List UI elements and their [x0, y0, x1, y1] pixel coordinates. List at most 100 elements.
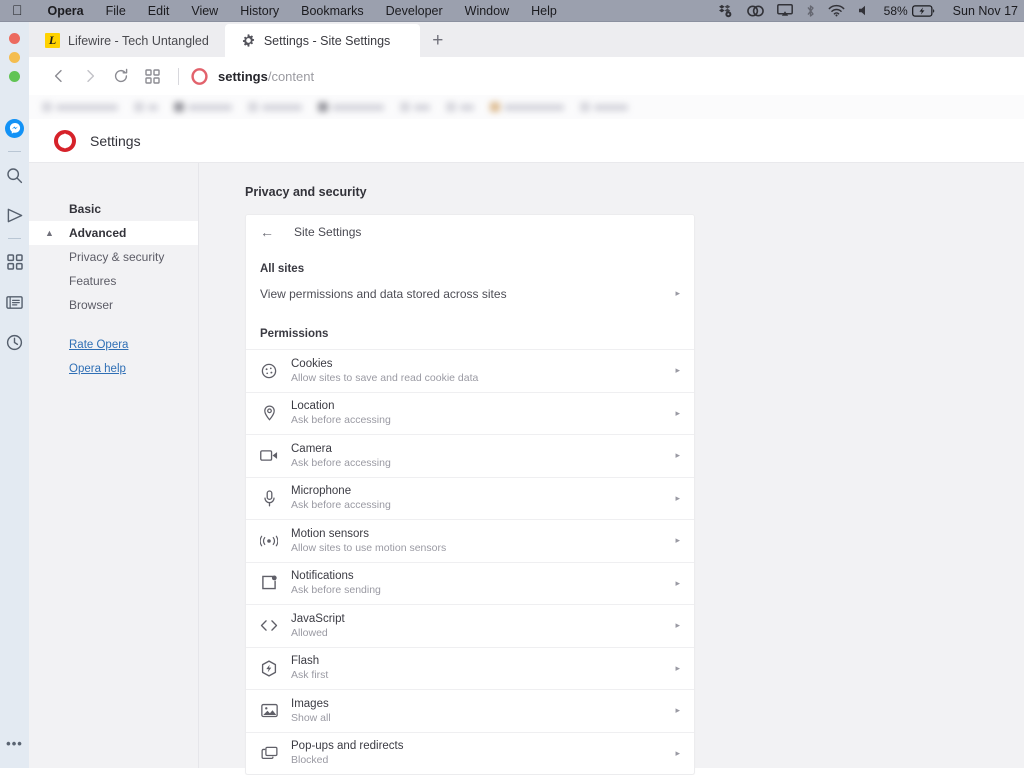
card-header: ← Site Settings [246, 215, 694, 249]
rate-opera-link[interactable]: Rate Opera [29, 333, 198, 357]
all-sites-heading: All sites [260, 263, 305, 275]
airplay-icon[interactable] [776, 4, 793, 17]
address-bar[interactable]: settings/content [191, 67, 314, 85]
reload-icon[interactable] [107, 62, 135, 90]
chevron-right-icon: ▸ [675, 662, 680, 673]
close-button[interactable] [9, 33, 20, 44]
opera-help-link[interactable]: Opera help [29, 357, 198, 381]
bookmark-item[interactable] [439, 98, 481, 116]
permission-status: Ask before accessing [291, 414, 391, 427]
row-label: View permissions and data stored across … [260, 286, 507, 301]
clock-datetime[interactable]: Sun Nov 17 [949, 4, 1018, 18]
bookmark-item[interactable] [393, 98, 437, 116]
dropbox-icon[interactable] [718, 4, 734, 18]
permissions-heading: Permissions [260, 328, 329, 340]
sidebar-more-button[interactable]: ••• [0, 730, 29, 756]
navigation-bar: settings/content [29, 57, 1024, 95]
bookmark-item[interactable] [35, 98, 125, 116]
permission-row-notifications[interactable]: Notifications Ask before sending ▸ [246, 561, 694, 605]
bookmark-icon [490, 102, 500, 112]
permission-row-flash[interactable]: Flash Ask first ▸ [246, 646, 694, 690]
creative-cloud-icon[interactable] [746, 4, 764, 18]
sidebar-item-telegram[interactable] [0, 195, 29, 235]
section-title: Privacy and security [245, 185, 367, 199]
sidebar-item-features[interactable]: Features [29, 269, 198, 293]
sidebar-item-news[interactable] [0, 282, 29, 322]
menu-item-file[interactable]: File [95, 4, 137, 18]
permission-row-camera[interactable]: Camera Ask before accessing ▸ [246, 434, 694, 477]
sidebar-item-history[interactable] [0, 322, 29, 362]
opera-sidebar-items [0, 108, 29, 362]
news-icon [6, 295, 23, 310]
menu-item-view[interactable]: View [180, 4, 229, 18]
bookmark-item[interactable] [573, 98, 635, 116]
bookmark-icon [134, 102, 144, 112]
view-permissions-row[interactable]: View permissions and data stored across … [246, 275, 694, 312]
permission-row-location[interactable]: Location Ask before accessing ▸ [246, 391, 694, 435]
battery-status[interactable]: 58% [884, 4, 936, 18]
bluetooth-icon[interactable] [806, 4, 815, 18]
menu-item-window[interactable]: Window [454, 4, 520, 18]
sidebar-item-advanced[interactable]: ▲ Advanced [29, 221, 198, 245]
permission-name: JavaScript [291, 612, 345, 625]
bookmark-icon [174, 102, 184, 112]
chevron-right-icon: ▸ [675, 620, 680, 631]
tab-strip: L Lifewire - Tech Untangled Settings - S… [29, 22, 1024, 57]
permission-row-motion-sensors[interactable]: Motion sensors Allow sites to use motion… [246, 519, 694, 562]
chevron-right-icon: ▸ [675, 577, 680, 588]
sidebar-item-privacy-security[interactable]: Privacy & security [29, 245, 198, 269]
permission-status: Ask first [291, 669, 329, 682]
sidebar-item-label: Advanced [69, 226, 127, 240]
sidebar-item-messenger[interactable] [0, 108, 29, 148]
bookmark-item[interactable] [311, 98, 391, 116]
tab-settings[interactable]: Settings - Site Settings [224, 24, 420, 57]
sidebar-item-browser[interactable]: Browser [29, 293, 198, 317]
permission-name: Flash [291, 655, 320, 668]
bookmark-item[interactable] [127, 98, 165, 116]
new-tab-button[interactable]: + [420, 24, 456, 57]
speed-dial-icon[interactable] [138, 62, 166, 90]
card-title: Site Settings [294, 225, 362, 239]
menu-item-developer[interactable]: Developer [375, 4, 454, 18]
bookmark-item[interactable] [483, 98, 571, 116]
permission-row-cookies[interactable]: Cookies Allow sites to save and read coo… [246, 349, 694, 392]
settings-sidebar: Basic ▲ Advanced Privacy & security Feat… [29, 163, 199, 768]
wifi-icon[interactable] [828, 4, 845, 17]
back-arrow-icon[interactable]: ← [260, 225, 274, 239]
permission-row-images[interactable]: Images Show all ▸ [246, 689, 694, 732]
tab-lifewire[interactable]: L Lifewire - Tech Untangled [29, 24, 225, 57]
camera-icon [260, 449, 278, 462]
sidebar-divider [8, 151, 21, 152]
settings-page: Settings Basic ▲ Advanced Privacy & secu… [29, 119, 1024, 775]
back-icon[interactable] [45, 62, 73, 90]
volume-icon[interactable] [858, 4, 871, 17]
menu-item-history[interactable]: History [229, 4, 290, 18]
bookmark-item[interactable] [241, 98, 309, 116]
page-title: Settings [90, 132, 141, 149]
popup-icon [260, 746, 278, 761]
sidebar-item-search[interactable] [0, 155, 29, 195]
sidebar-item-speed-dial[interactable] [0, 242, 29, 282]
battery-charging-icon [911, 4, 936, 17]
sidebar-item-basic[interactable]: Basic [29, 197, 198, 221]
minimize-button[interactable] [9, 52, 20, 63]
menu-item-opera[interactable]: Opera [37, 4, 95, 18]
zoom-button[interactable] [9, 71, 20, 82]
cookie-icon [260, 363, 278, 379]
menu-item-edit[interactable]: Edit [137, 4, 181, 18]
permission-name: Microphone [291, 485, 352, 498]
menu-item-help[interactable]: Help [520, 4, 568, 18]
menu-item-bookmarks[interactable]: Bookmarks [290, 4, 375, 18]
permission-row-javascript[interactable]: JavaScript Allowed ▸ [246, 604, 694, 647]
permission-row-microphone[interactable]: Microphone Ask before accessing ▸ [246, 476, 694, 520]
url-text: settings/content [218, 69, 314, 84]
permission-status: Blocked [291, 754, 329, 767]
settings-content: Privacy and security ← Site Settings All… [199, 163, 1024, 775]
chevron-right-icon: ▸ [675, 747, 680, 758]
apple-logo-icon[interactable]:  [0, 3, 37, 17]
sidebar-item-label: Features [69, 274, 117, 288]
forward-icon[interactable] [76, 62, 104, 90]
bookmark-item[interactable] [167, 98, 239, 116]
settings-header: Settings [29, 119, 1024, 163]
bookmark-icon [248, 102, 258, 112]
